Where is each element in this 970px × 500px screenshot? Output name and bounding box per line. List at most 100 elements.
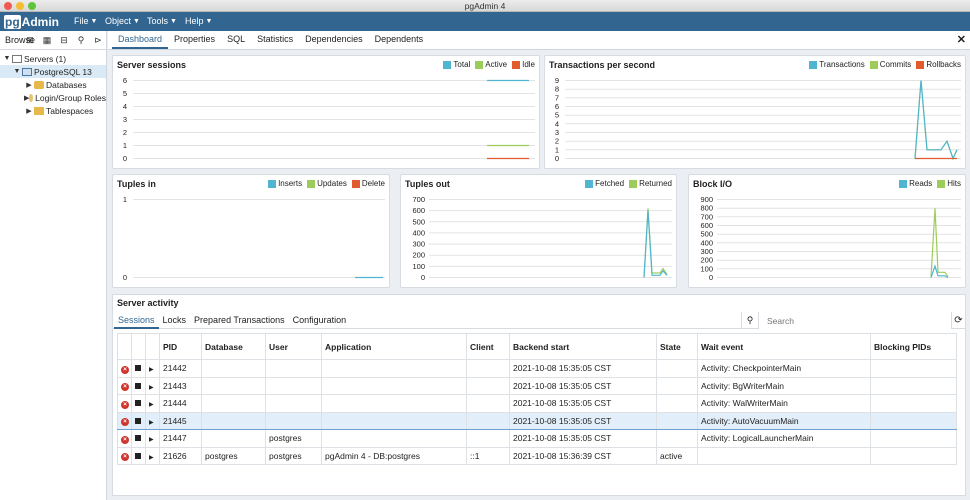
expand-row-icon[interactable]: ▶ xyxy=(149,455,154,461)
tree-node-tablespaces[interactable]: ▶ Tablespaces xyxy=(0,104,106,117)
chart-transactions-per-second: Transactions per second Transactions Com… xyxy=(544,55,966,169)
chevron-down-icon: ▼ xyxy=(170,17,177,25)
table-row[interactable]: × ▶ 21447 postgres 2021-10-08 15:35:05 C… xyxy=(117,429,957,448)
column-header-client[interactable]: Client xyxy=(466,333,510,360)
tab-dependencies[interactable]: Dependencies xyxy=(299,30,369,49)
terminate-session-icon[interactable]: × xyxy=(121,418,129,427)
y-tick-label: 100 xyxy=(412,262,425,271)
tab-sql[interactable]: SQL xyxy=(221,30,251,49)
y-tick-label: 0 xyxy=(123,154,127,163)
chart-plot: 6 5 4 3 2 1 0 xyxy=(123,76,535,163)
y-tick-label: 4 xyxy=(123,102,127,111)
search-icon[interactable]: ⚲ xyxy=(74,34,88,46)
y-tick-label: 300 xyxy=(412,240,425,249)
menu-file[interactable]: File ▼ xyxy=(74,16,97,26)
column-header-database[interactable]: Database xyxy=(201,333,266,360)
expand-cell: ▶ xyxy=(145,394,160,413)
search-input[interactable] xyxy=(758,312,951,329)
tree-node-databases[interactable]: ▶ Databases xyxy=(0,78,106,91)
y-tick-label: 300 xyxy=(700,247,713,256)
cell-database xyxy=(201,359,266,378)
menu-tools[interactable]: Tools ▼ xyxy=(147,16,177,26)
cell-blocking-pids xyxy=(870,359,957,378)
elephant-server-icon xyxy=(22,67,32,76)
stop-query-icon[interactable] xyxy=(135,417,141,424)
tablespace-folder-icon xyxy=(34,106,44,115)
activity-search: ⚲ xyxy=(741,312,951,329)
expand-row-icon[interactable]: ▶ xyxy=(149,402,154,408)
stop-query-icon[interactable] xyxy=(135,400,141,407)
server-group-icon xyxy=(12,54,22,63)
sort-filter-icon[interactable]: ⊟ xyxy=(57,34,71,46)
cell-backend-start: 2021-10-08 15:35:05 CST xyxy=(509,376,657,395)
chevron-right-icon[interactable]: ▶ xyxy=(24,107,34,115)
tab-dashboard[interactable]: Dashboard xyxy=(112,30,169,49)
table-row-selected[interactable]: × ▶ 21445 2021-10-08 15:35:05 CST Activi… xyxy=(117,411,957,430)
column-header-user[interactable]: User xyxy=(265,333,322,360)
refresh-icon[interactable]: ⟳ xyxy=(951,312,965,329)
column-header-backend-start[interactable]: Backend start xyxy=(509,333,657,360)
stop-query-icon[interactable] xyxy=(135,382,141,389)
expand-row-icon[interactable]: ▶ xyxy=(149,437,154,443)
object-explorer-icon[interactable]: ⊞ xyxy=(23,34,37,46)
subtab-prepared-transactions[interactable]: Prepared Transactions xyxy=(190,312,289,329)
expand-row-icon[interactable]: ▶ xyxy=(149,367,154,373)
series-transactions-line xyxy=(914,80,958,161)
series-commits-line xyxy=(914,80,958,161)
properties-grid-icon[interactable]: ▦ xyxy=(40,34,54,46)
terminal-icon[interactable]: ⊳ xyxy=(91,34,105,46)
cell-client xyxy=(466,429,510,448)
menu-object-label: Object xyxy=(105,16,132,26)
chart-server-sessions: Server sessions Total Active Idle 6 5 4 … xyxy=(112,55,540,169)
tab-statistics[interactable]: Statistics xyxy=(251,30,299,49)
cancel-query-cell xyxy=(131,446,146,465)
terminate-session-cell: × xyxy=(117,446,132,465)
terminate-session-icon[interactable]: × xyxy=(121,435,129,444)
terminate-session-icon[interactable]: × xyxy=(121,400,129,409)
column-header-blocking-pids[interactable]: Blocking PIDs xyxy=(870,333,957,360)
subtab-sessions[interactable]: Sessions xyxy=(114,312,159,329)
y-tick-label: 4 xyxy=(555,119,559,128)
column-header-application[interactable]: Application xyxy=(321,333,467,360)
menu-object[interactable]: Object ▼ xyxy=(105,16,140,26)
column-header-pid[interactable]: PID xyxy=(159,333,202,360)
table-row[interactable]: × ▶ 21626 postgres postgres pgAdmin 4 - … xyxy=(117,446,957,465)
menu-file-label: File xyxy=(74,16,89,26)
cell-database xyxy=(201,411,266,430)
menu-help[interactable]: Help ▼ xyxy=(185,16,212,26)
cell-application xyxy=(321,394,467,413)
logo-admin: Admin xyxy=(21,14,60,29)
tab-properties[interactable]: Properties xyxy=(168,30,221,49)
tree-node-login-group-roles[interactable]: ▶ Login/Group Roles xyxy=(0,91,106,104)
chevron-down-icon[interactable]: ▼ xyxy=(2,55,12,62)
stop-query-icon[interactable] xyxy=(135,435,141,442)
stop-query-icon[interactable] xyxy=(135,365,141,372)
expand-row-icon[interactable]: ▶ xyxy=(149,420,154,426)
subtab-configuration[interactable]: Configuration xyxy=(289,312,351,329)
stop-query-icon[interactable] xyxy=(135,452,141,459)
tree-node-postgresql-13[interactable]: ▼ PostgreSQL 13 xyxy=(0,65,106,78)
column-header xyxy=(117,333,132,360)
table-row[interactable]: × ▶ 21442 2021-10-08 15:35:05 CST Activi… xyxy=(117,359,957,378)
cell-blocking-pids xyxy=(870,446,957,465)
table-row[interactable]: × ▶ 21443 2021-10-08 15:35:05 CST Activi… xyxy=(117,376,957,395)
close-tab-icon[interactable]: ✕ xyxy=(957,33,966,46)
chevron-down-icon[interactable]: ▼ xyxy=(12,68,22,75)
terminate-session-cell: × xyxy=(117,429,132,448)
expand-row-icon[interactable]: ▶ xyxy=(149,385,154,391)
tree-node-servers[interactable]: ▼ Servers (1) xyxy=(0,52,106,65)
column-header-state[interactable]: State xyxy=(656,333,698,360)
subtab-locks[interactable]: Locks xyxy=(159,312,191,329)
expand-cell: ▶ xyxy=(145,429,160,448)
terminate-session-icon[interactable]: × xyxy=(121,453,129,462)
table-row[interactable]: × ▶ 21444 2021-10-08 15:35:05 CST Activi… xyxy=(117,394,957,413)
y-tick-label: 3 xyxy=(555,128,559,137)
tab-dependents[interactable]: Dependents xyxy=(369,30,430,49)
terminate-session-icon[interactable]: × xyxy=(121,365,129,374)
chevron-right-icon[interactable]: ▶ xyxy=(24,81,34,89)
terminate-session-cell: × xyxy=(117,411,132,430)
terminate-session-icon[interactable]: × xyxy=(121,383,129,392)
column-header-wait-event[interactable]: Wait event xyxy=(697,333,871,360)
y-tick-label: 2 xyxy=(123,128,127,137)
chevron-down-icon: ▼ xyxy=(133,17,140,25)
